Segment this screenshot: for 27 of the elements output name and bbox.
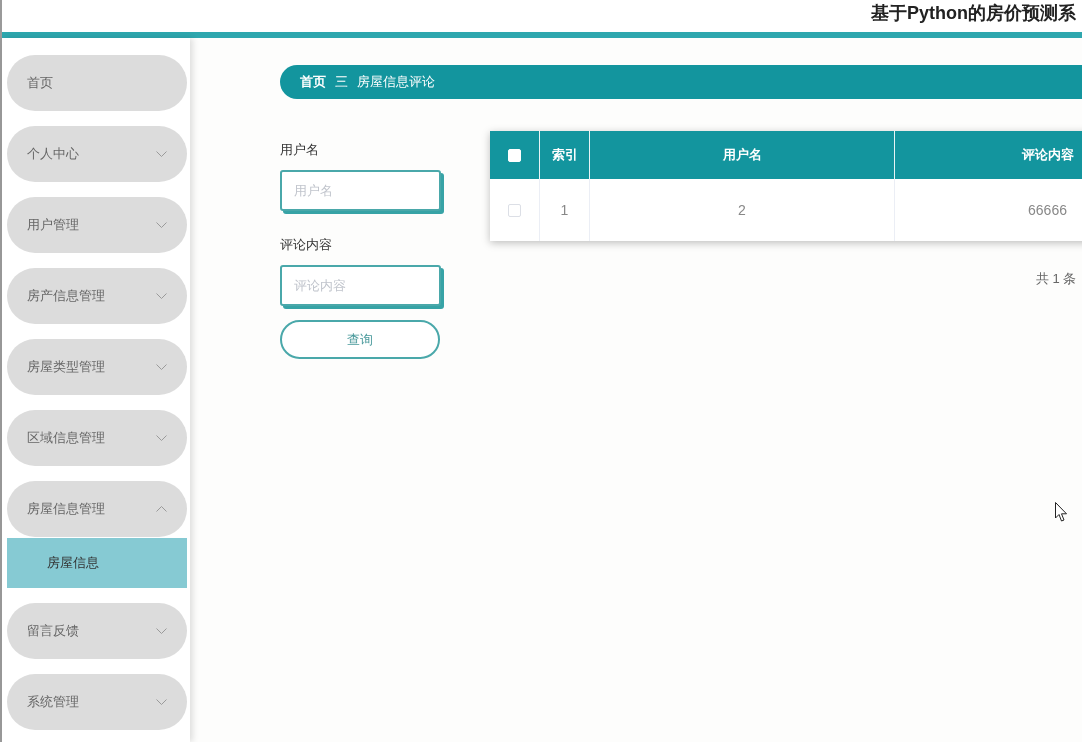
sidebar-menu-item[interactable]: 系统管理 [7,674,187,730]
sidebar-menu-item[interactable]: 留言反馈 [7,603,187,659]
total-count: 共 1 条 [1036,271,1077,286]
sidebar-menu-item[interactable]: 个人中心 [7,126,187,182]
table-cell: 2 [590,179,895,241]
column-header: 评论内容 [1020,146,1075,165]
breadcrumb-separator: 三 [335,73,348,92]
field-label: 用户名 [280,141,320,159]
sidebar-menu-item[interactable]: 区域信息管理 [7,410,187,466]
breadcrumb-link[interactable]: 首页 [300,72,326,92]
sidebar-submenu-item[interactable]: 房屋信息 [7,538,187,588]
query-button[interactable]: 查询 [280,320,440,359]
sidebar-menu-item[interactable]: 用户管理 [7,197,187,253]
sidebar-menu-item[interactable]: 房屋信息管理 [7,481,187,537]
sidebar-menu-item[interactable]: 房屋类型管理 [7,339,187,395]
search-input-field[interactable]: 用户名 [280,170,441,211]
sidebar-menu-item[interactable]: 房产信息管理 [7,268,187,324]
select-all-checkbox[interactable] [508,148,521,162]
row-checkbox[interactable] [508,203,521,217]
sidebar-menu-item[interactable]: 首页 [7,55,187,111]
search-input-field[interactable]: 评论内容 [280,265,441,306]
table-cell-text: 66666 [1027,200,1068,220]
table-cell: 1 [540,179,590,241]
app-title: 基于Python的房价预测系 [871,2,1076,25]
mouse-cursor-icon [1055,502,1068,522]
field-label: 评论内容 [280,236,333,254]
breadcrumb-link[interactable]: 房屋信息评论 [357,72,435,92]
